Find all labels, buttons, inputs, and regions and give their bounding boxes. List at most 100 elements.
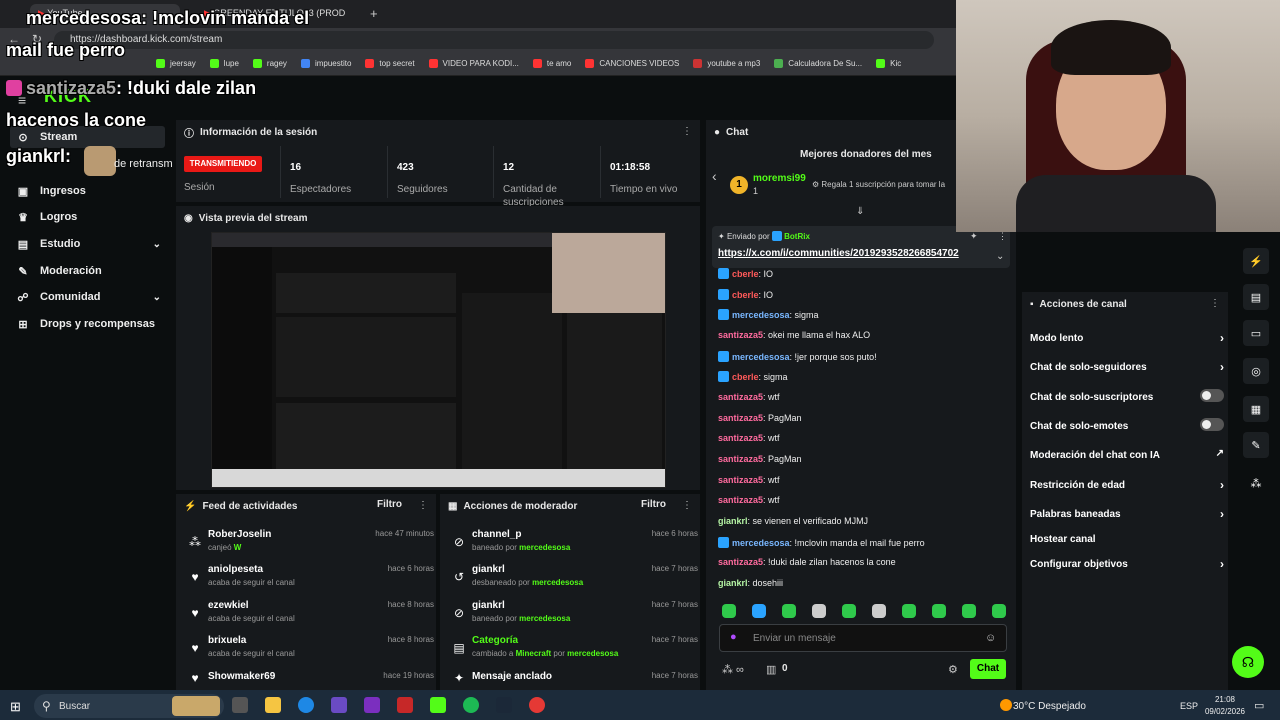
list-item[interactable]: ♥ ezewkiel acaba de seguir el canal hace 8 …: [184, 600, 434, 634]
emote-icon[interactable]: [812, 604, 826, 618]
channel-action-item[interactable]: Chat de solo-seguidores ›: [1030, 360, 1230, 374]
chat-username[interactable]: mercedesosa: [732, 538, 790, 548]
channel-action-item[interactable]: Chat de solo-emotes: [1030, 418, 1230, 432]
url-field[interactable]: https://dashboard.kick.com/stream: [54, 31, 934, 49]
send-chat-button[interactable]: Chat: [970, 659, 1006, 679]
channel-action-item[interactable]: Palabras baneadas ›: [1030, 507, 1230, 521]
list-item[interactable]: ♥ aniolpeseta acaba de seguir el canal hace…: [184, 564, 434, 598]
channel-action-item[interactable]: Configurar objetivos ›: [1030, 557, 1230, 571]
edge-icon[interactable]: [298, 697, 314, 713]
bookmark-10[interactable]: Kic: [876, 59, 901, 68]
channel-action-item[interactable]: Restricción de edad ›: [1030, 478, 1230, 492]
activity-filter-button[interactable]: Filtro: [377, 499, 402, 510]
emote-icon[interactable]: [992, 604, 1006, 618]
app-icon[interactable]: [364, 697, 380, 713]
menu-icon[interactable]: ≡: [18, 92, 26, 108]
more-options-icon[interactable]: ⋮: [1210, 298, 1220, 309]
stream-preview-video[interactable]: [211, 232, 666, 488]
chat-username[interactable]: mercedesosa: [732, 352, 790, 362]
notes-icon[interactable]: ▤: [1243, 284, 1269, 310]
emote-icon[interactable]: [722, 604, 736, 618]
sidebar-item-logros[interactable]: ♛ Logros: [10, 206, 165, 228]
chevron-down-icon[interactable]: ⌄: [996, 251, 1004, 262]
chat-username[interactable]: santizaza5: [718, 330, 763, 340]
file-explorer-icon[interactable]: [265, 697, 281, 713]
bookmark-6[interactable]: te amo: [532, 59, 571, 68]
toggle-switch[interactable]: [1200, 389, 1224, 402]
spotify-icon[interactable]: [463, 697, 479, 713]
bookmark-0[interactable]: jeersay: [156, 59, 196, 68]
kick-icon[interactable]: [430, 697, 446, 713]
toggle-switch[interactable]: [1200, 418, 1224, 431]
wrench-icon[interactable]: ✎: [1243, 432, 1269, 458]
support-icon[interactable]: ☊: [1232, 646, 1264, 678]
gift-icon[interactable]: ▥: [766, 663, 776, 676]
list-item[interactable]: ⊘ channel_p baneado por mercedesosa hace 6 …: [448, 529, 698, 563]
bookmark-1[interactable]: lupe: [209, 59, 239, 68]
steam-icon[interactable]: [496, 697, 512, 713]
mod-filter-button[interactable]: Filtro: [641, 499, 666, 510]
list-item[interactable]: ✦ Mensaje anclado hace 7 horas: [448, 671, 698, 687]
chat-username[interactable]: giankrl: [718, 578, 748, 588]
pinned-user[interactable]: BotRix: [784, 232, 810, 241]
task-view-icon[interactable]: [232, 697, 248, 713]
chat-username[interactable]: santizaza5: [718, 413, 763, 423]
list-item[interactable]: ♥ brixuela acaba de seguir el canal hace 8 …: [184, 635, 434, 669]
settings-icon[interactable]: ⚙: [948, 663, 958, 676]
chat-username[interactable]: cberle: [732, 269, 759, 279]
pin-icon[interactable]: ✦: [970, 231, 978, 242]
chat-username[interactable]: cberle: [732, 372, 759, 382]
emote-icon[interactable]: [782, 604, 796, 618]
sidebar-item-estudio[interactable]: ▤ Estudio ⌄: [10, 233, 165, 255]
chat-username[interactable]: santizaza5: [718, 475, 763, 485]
list-item[interactable]: ↺ giankrl desbaneado por mercedesosa hace 7…: [448, 564, 698, 598]
chat-username[interactable]: santizaza5: [718, 433, 763, 443]
mic-icon[interactable]: ●: [730, 631, 737, 643]
bookmark-5[interactable]: VIDEO PARA KODI...: [428, 59, 519, 68]
emote-icon[interactable]: [902, 604, 916, 618]
sidebar-item-ingresos[interactable]: ▣ Ingresos: [10, 180, 165, 202]
chat-username[interactable]: cberle: [732, 290, 759, 300]
list-item[interactable]: ⊘ giankrl baneado por mercedesosa hace 7 ho…: [448, 600, 698, 634]
language-indicator[interactable]: ESP: [1180, 701, 1198, 711]
bookmark-4[interactable]: top secret: [365, 59, 415, 68]
weather-text[interactable]: 30°C Despejado: [1013, 701, 1086, 712]
emote-icon[interactable]: [932, 604, 946, 618]
pinned-link[interactable]: https://x.com/i/communities/201929352826…: [718, 248, 959, 259]
more-options-icon[interactable]: ⋮: [418, 500, 428, 511]
list-item[interactable]: ⁂ RoberJoselin canjeó Whace 47 minutos: [184, 529, 434, 563]
channel-action-item[interactable]: Modo lento ›: [1030, 331, 1230, 345]
more-options-icon[interactable]: ⋮: [998, 231, 1007, 242]
emoji-icon[interactable]: ☺: [985, 632, 996, 644]
new-tab-button[interactable]: +: [370, 6, 378, 21]
bookmark-9[interactable]: Calculadora De Su...: [774, 59, 862, 68]
obs-icon[interactable]: [529, 697, 545, 713]
bookmark-7[interactable]: CANCIONES VIDEOS: [585, 59, 679, 68]
bookmark-8[interactable]: youtube a mp3: [693, 59, 760, 68]
more-options-icon[interactable]: ⋮: [682, 500, 692, 511]
sidebar-item-moderacion[interactable]: ✎ Moderación: [10, 260, 165, 282]
sidebar-item-drops[interactable]: ⊞ Drops y recompensas: [10, 313, 165, 335]
chat-bubble-icon[interactable]: ▭: [1243, 320, 1269, 346]
gift-sub-text[interactable]: ⚙ Regala 1 suscripción para tomar la: [812, 180, 945, 189]
donor-name[interactable]: moremsi99: [753, 173, 806, 184]
community-icon[interactable]: ⁂: [1243, 470, 1269, 496]
chat-username[interactable]: santizaza5: [718, 392, 763, 402]
lightning-icon[interactable]: ⚡: [1243, 248, 1269, 274]
list-item[interactable]: ▤ Categoría cambiado a Minecraft por merce…: [448, 635, 698, 669]
channel-action-item[interactable]: Moderación del chat con IA ↗: [1030, 448, 1230, 461]
chat-username[interactable]: santizaza5: [718, 557, 763, 567]
windows-start-icon[interactable]: ⊞: [10, 699, 21, 715]
list-item[interactable]: ♥ Showmaker69 hace 19 horas: [184, 671, 434, 687]
chat-username[interactable]: giankrl: [718, 516, 748, 526]
broadcast-icon[interactable]: ◎: [1243, 358, 1269, 384]
sidebar-item-comunidad[interactable]: ☍ Comunidad ⌄: [10, 286, 165, 308]
chat-username[interactable]: mercedesosa: [732, 310, 790, 320]
community-icon[interactable]: ⁂ ∞: [722, 663, 744, 676]
chat-username[interactable]: santizaza5: [718, 454, 763, 464]
emote-icon[interactable]: [842, 604, 856, 618]
channel-action-item[interactable]: Hostear canal: [1030, 534, 1230, 545]
channel-action-item[interactable]: Chat de solo-suscriptores: [1030, 389, 1230, 403]
emote-icon[interactable]: [962, 604, 976, 618]
emote-icon[interactable]: [872, 604, 886, 618]
